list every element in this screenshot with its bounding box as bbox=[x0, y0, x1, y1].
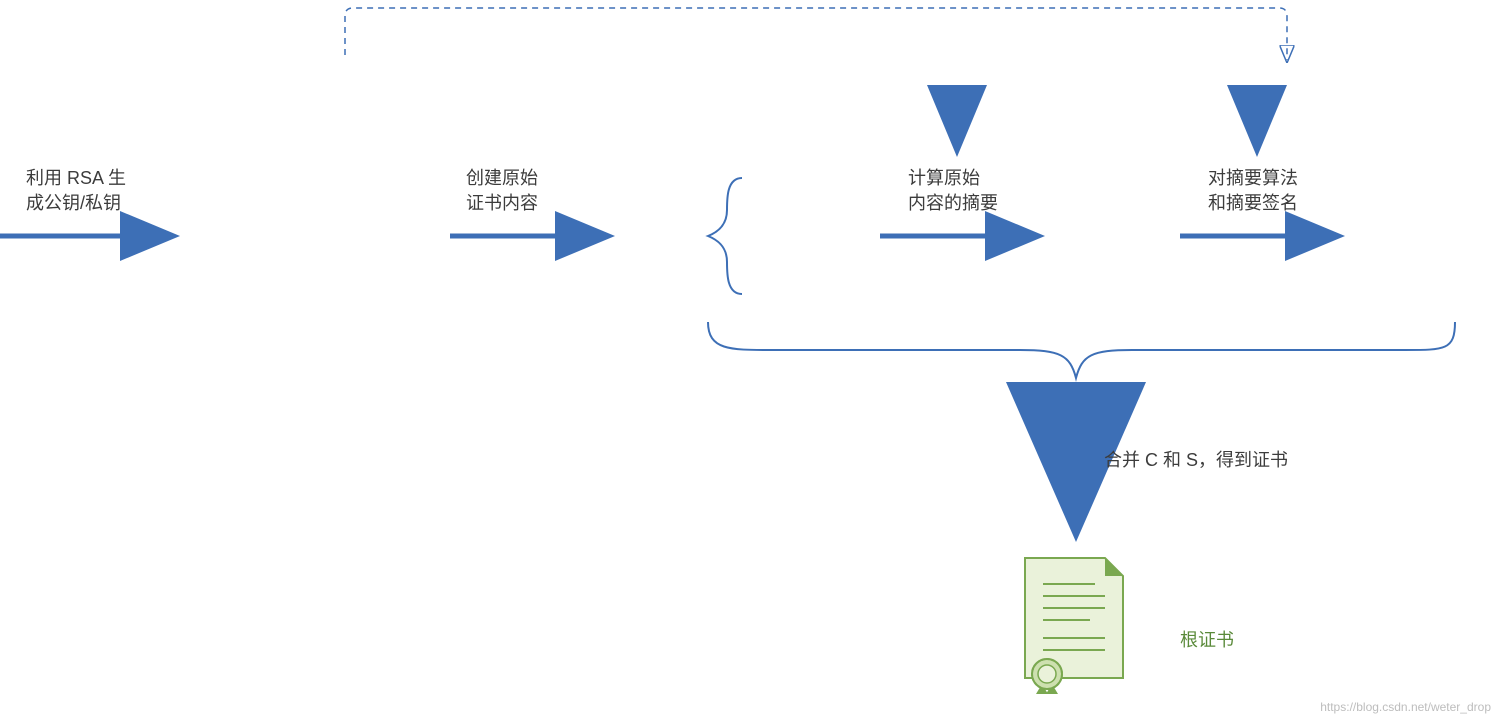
brace-bottom bbox=[708, 322, 1455, 378]
diagram-canvas bbox=[0, 0, 1497, 720]
certificate-icon bbox=[1025, 558, 1123, 694]
brace-left bbox=[708, 178, 742, 294]
label-root-cert: 根证书 bbox=[1180, 628, 1234, 653]
label-merge: 合并 C 和 S，得到证书 bbox=[1104, 448, 1288, 473]
label-step3: 计算原始 内容的摘要 bbox=[908, 166, 998, 216]
label-step4: 对摘要算法 和摘要签名 bbox=[1208, 166, 1298, 216]
watermark: https://blog.csdn.net/weter_drop bbox=[1320, 700, 1491, 714]
label-step1: 利用 RSA 生 成公钥/私钥 bbox=[26, 166, 126, 216]
arrow-dashed-feedback bbox=[345, 8, 1287, 60]
label-step2: 创建原始 证书内容 bbox=[466, 166, 538, 216]
